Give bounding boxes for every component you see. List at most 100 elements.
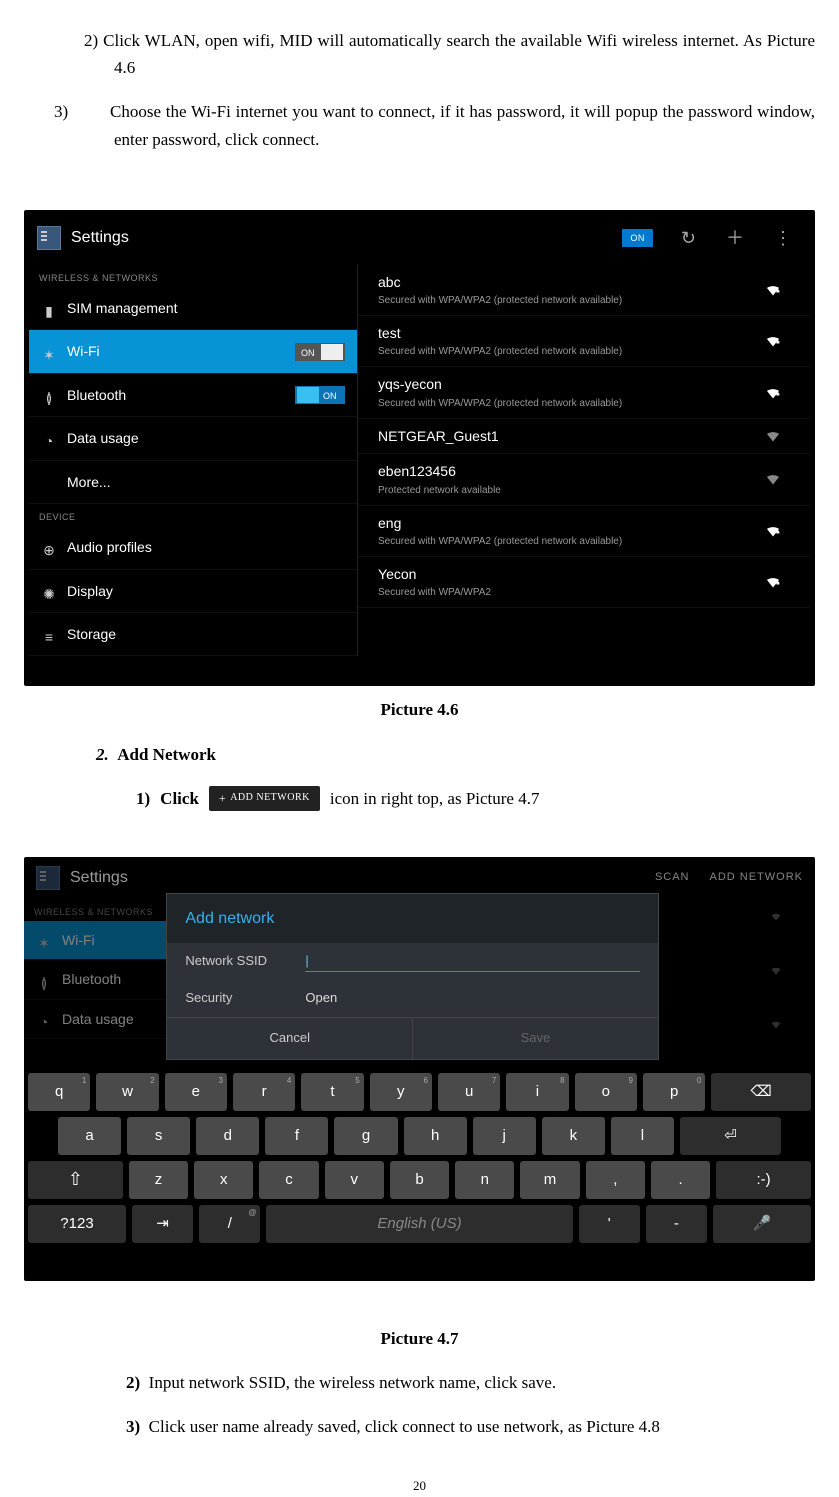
key-space[interactable]: English (US) bbox=[266, 1205, 572, 1243]
key-backspace[interactable]: ⌫ bbox=[711, 1073, 811, 1111]
step-2-input-ssid: 2) Input network SSID, the wireless netw… bbox=[154, 1369, 815, 1396]
step-1-click-addnetwork: 1) Click ADD NETWORK icon in right top, … bbox=[136, 785, 815, 812]
key-g[interactable]: g bbox=[334, 1117, 397, 1155]
settings-title: Settings bbox=[71, 225, 129, 251]
network-name: NETGEAR_Guest1 bbox=[378, 425, 764, 447]
key-s[interactable]: s bbox=[127, 1117, 190, 1155]
key-enter[interactable]: ⏎ bbox=[680, 1117, 781, 1155]
audio-icon: ⊕ bbox=[41, 539, 57, 555]
key-j[interactable]: j bbox=[473, 1117, 536, 1155]
wifi-signal-icon bbox=[764, 282, 780, 298]
network-name: eng bbox=[378, 512, 764, 534]
key-n[interactable]: n bbox=[455, 1161, 514, 1199]
step-3-text: 3)Choose the Wi-Fi internet you want to … bbox=[114, 98, 815, 152]
sidebar-item-data-usage[interactable]: ◔ Data usage bbox=[29, 417, 357, 460]
add-network-action[interactable]: ADD NETWORK bbox=[710, 869, 804, 887]
key-comma[interactable]: , bbox=[586, 1161, 645, 1199]
ssid-label: Network SSID bbox=[185, 951, 305, 972]
key-period[interactable]: . bbox=[651, 1161, 710, 1199]
network-name: abc bbox=[378, 271, 764, 293]
key-m[interactable]: m bbox=[520, 1161, 579, 1199]
key-shift[interactable]: ⇧ bbox=[28, 1161, 123, 1199]
sidebar-item-wifi[interactable]: ✶ Wi-Fi ON bbox=[29, 330, 357, 373]
wifi-signal-icon bbox=[764, 333, 780, 349]
refresh-icon[interactable]: ↻ bbox=[671, 224, 706, 253]
key-u[interactable]: u7 bbox=[438, 1073, 500, 1111]
caption-4-7: Picture 4.7 bbox=[24, 1325, 815, 1352]
security-value[interactable]: Open bbox=[305, 988, 337, 1009]
add-icon[interactable]: ＋ bbox=[716, 224, 754, 253]
key-f[interactable]: f bbox=[265, 1117, 328, 1155]
key-z[interactable]: z bbox=[129, 1161, 188, 1199]
network-subtext: Secured with WPA/WPA2 (protected network… bbox=[378, 396, 764, 412]
wifi-network-list: abc Secured with WPA/WPA2 (protected netw… bbox=[357, 265, 810, 657]
ssid-input[interactable]: | bbox=[305, 951, 639, 972]
key-c[interactable]: c bbox=[259, 1161, 318, 1199]
wifi-network-item[interactable]: abcSecured with WPA/WPA2 (protected netw… bbox=[358, 265, 810, 316]
key-b[interactable]: b bbox=[390, 1161, 449, 1199]
key-l[interactable]: l bbox=[611, 1117, 674, 1155]
key-apostrophe[interactable]: ' bbox=[579, 1205, 640, 1243]
key-slash[interactable]: /@ bbox=[199, 1205, 260, 1243]
key-i[interactable]: i8 bbox=[506, 1073, 568, 1111]
sidebar: WIRELESS & NETWORKS ▮ SIM management ✶ W… bbox=[29, 265, 357, 657]
wifi-network-item[interactable]: yqs-yeconSecured with WPA/WPA2 (protecte… bbox=[358, 367, 810, 418]
page-number: 20 bbox=[24, 1476, 815, 1497]
cancel-button[interactable]: Cancel bbox=[167, 1018, 412, 1059]
wifi-toggle[interactable]: ON bbox=[295, 343, 345, 361]
key-symbols[interactable]: ?123 bbox=[28, 1205, 126, 1243]
key-tab[interactable]: ⇥ bbox=[132, 1205, 193, 1243]
key-t[interactable]: t5 bbox=[301, 1073, 363, 1111]
bluetooth-icon: ≬ bbox=[41, 387, 57, 403]
display-icon: ✺ bbox=[41, 583, 57, 599]
network-subtext: Secured with WPA/WPA2 (protected network… bbox=[378, 344, 764, 360]
sidebar-item-bluetooth[interactable]: ≬ Bluetooth ON bbox=[29, 374, 357, 417]
wireless-networks-header: WIRELESS & NETWORKS bbox=[29, 265, 357, 287]
key-k[interactable]: k bbox=[542, 1117, 605, 1155]
sidebar-item-sim[interactable]: ▮ SIM management bbox=[29, 287, 357, 330]
add-network-button-inline: ADD NETWORK bbox=[209, 786, 320, 811]
wifi-network-item[interactable]: eben123456Protected network available bbox=[358, 454, 810, 505]
settings-icon bbox=[37, 226, 61, 250]
scan-action[interactable]: SCAN bbox=[655, 869, 690, 887]
network-name: Yecon bbox=[378, 563, 764, 585]
sidebar-item-audio[interactable]: ⊕ Audio profiles bbox=[29, 526, 357, 569]
wifi-icon: ✶ bbox=[36, 932, 52, 948]
wifi-signal-icon bbox=[764, 523, 780, 539]
wifi-signal-icon bbox=[764, 471, 780, 487]
add-network-dialog: Add network Network SSID | Security Open… bbox=[166, 893, 658, 1060]
menu-icon[interactable]: ⋮ bbox=[764, 224, 802, 253]
key-mic[interactable]: 🎤 bbox=[713, 1205, 811, 1243]
sidebar-item-display[interactable]: ✺ Display bbox=[29, 570, 357, 613]
key-r[interactable]: r4 bbox=[233, 1073, 295, 1111]
key-v[interactable]: v bbox=[325, 1161, 384, 1199]
key-x[interactable]: x bbox=[194, 1161, 253, 1199]
sidebar-item-storage[interactable]: ≡ Storage bbox=[29, 613, 357, 656]
on-pill[interactable]: ON bbox=[622, 229, 653, 247]
wifi-network-item[interactable]: YeconSecured with WPA/WPA2 bbox=[358, 557, 810, 608]
key-w[interactable]: w2 bbox=[96, 1073, 158, 1111]
title-bar: Settings ON ↻ ＋ ⋮ bbox=[29, 222, 810, 265]
key-h[interactable]: h bbox=[404, 1117, 467, 1155]
network-subtext: Secured with WPA/WPA2 bbox=[378, 585, 764, 601]
wifi-signal-icon bbox=[764, 428, 780, 444]
key-y[interactable]: y6 bbox=[370, 1073, 432, 1111]
on-screen-keyboard[interactable]: q1 w2 e3 r4 t5 y6 u7 i8 o9 p0 ⌫ a s d f … bbox=[24, 1065, 815, 1253]
device-header: DEVICE bbox=[29, 504, 357, 526]
bluetooth-icon: ≬ bbox=[36, 972, 52, 988]
key-dash[interactable]: - bbox=[646, 1205, 707, 1243]
key-d[interactable]: d bbox=[196, 1117, 259, 1155]
save-button[interactable]: Save bbox=[412, 1018, 658, 1059]
wifi-network-item[interactable]: testSecured with WPA/WPA2 (protected net… bbox=[358, 316, 810, 367]
bluetooth-toggle[interactable]: ON bbox=[295, 386, 345, 404]
key-o[interactable]: o9 bbox=[575, 1073, 637, 1111]
key-e[interactable]: e3 bbox=[165, 1073, 227, 1111]
key-emoji[interactable]: :-) bbox=[716, 1161, 811, 1199]
wifi-network-item[interactable]: engSecured with WPA/WPA2 (protected netw… bbox=[358, 506, 810, 557]
sidebar-item-more[interactable]: More... bbox=[29, 461, 357, 504]
wifi-network-item[interactable]: NETGEAR_Guest1 bbox=[358, 419, 810, 454]
key-a[interactable]: a bbox=[58, 1117, 121, 1155]
key-p[interactable]: p0 bbox=[643, 1073, 705, 1111]
key-q[interactable]: q1 bbox=[28, 1073, 90, 1111]
data-usage-icon: ◔ bbox=[41, 430, 57, 446]
